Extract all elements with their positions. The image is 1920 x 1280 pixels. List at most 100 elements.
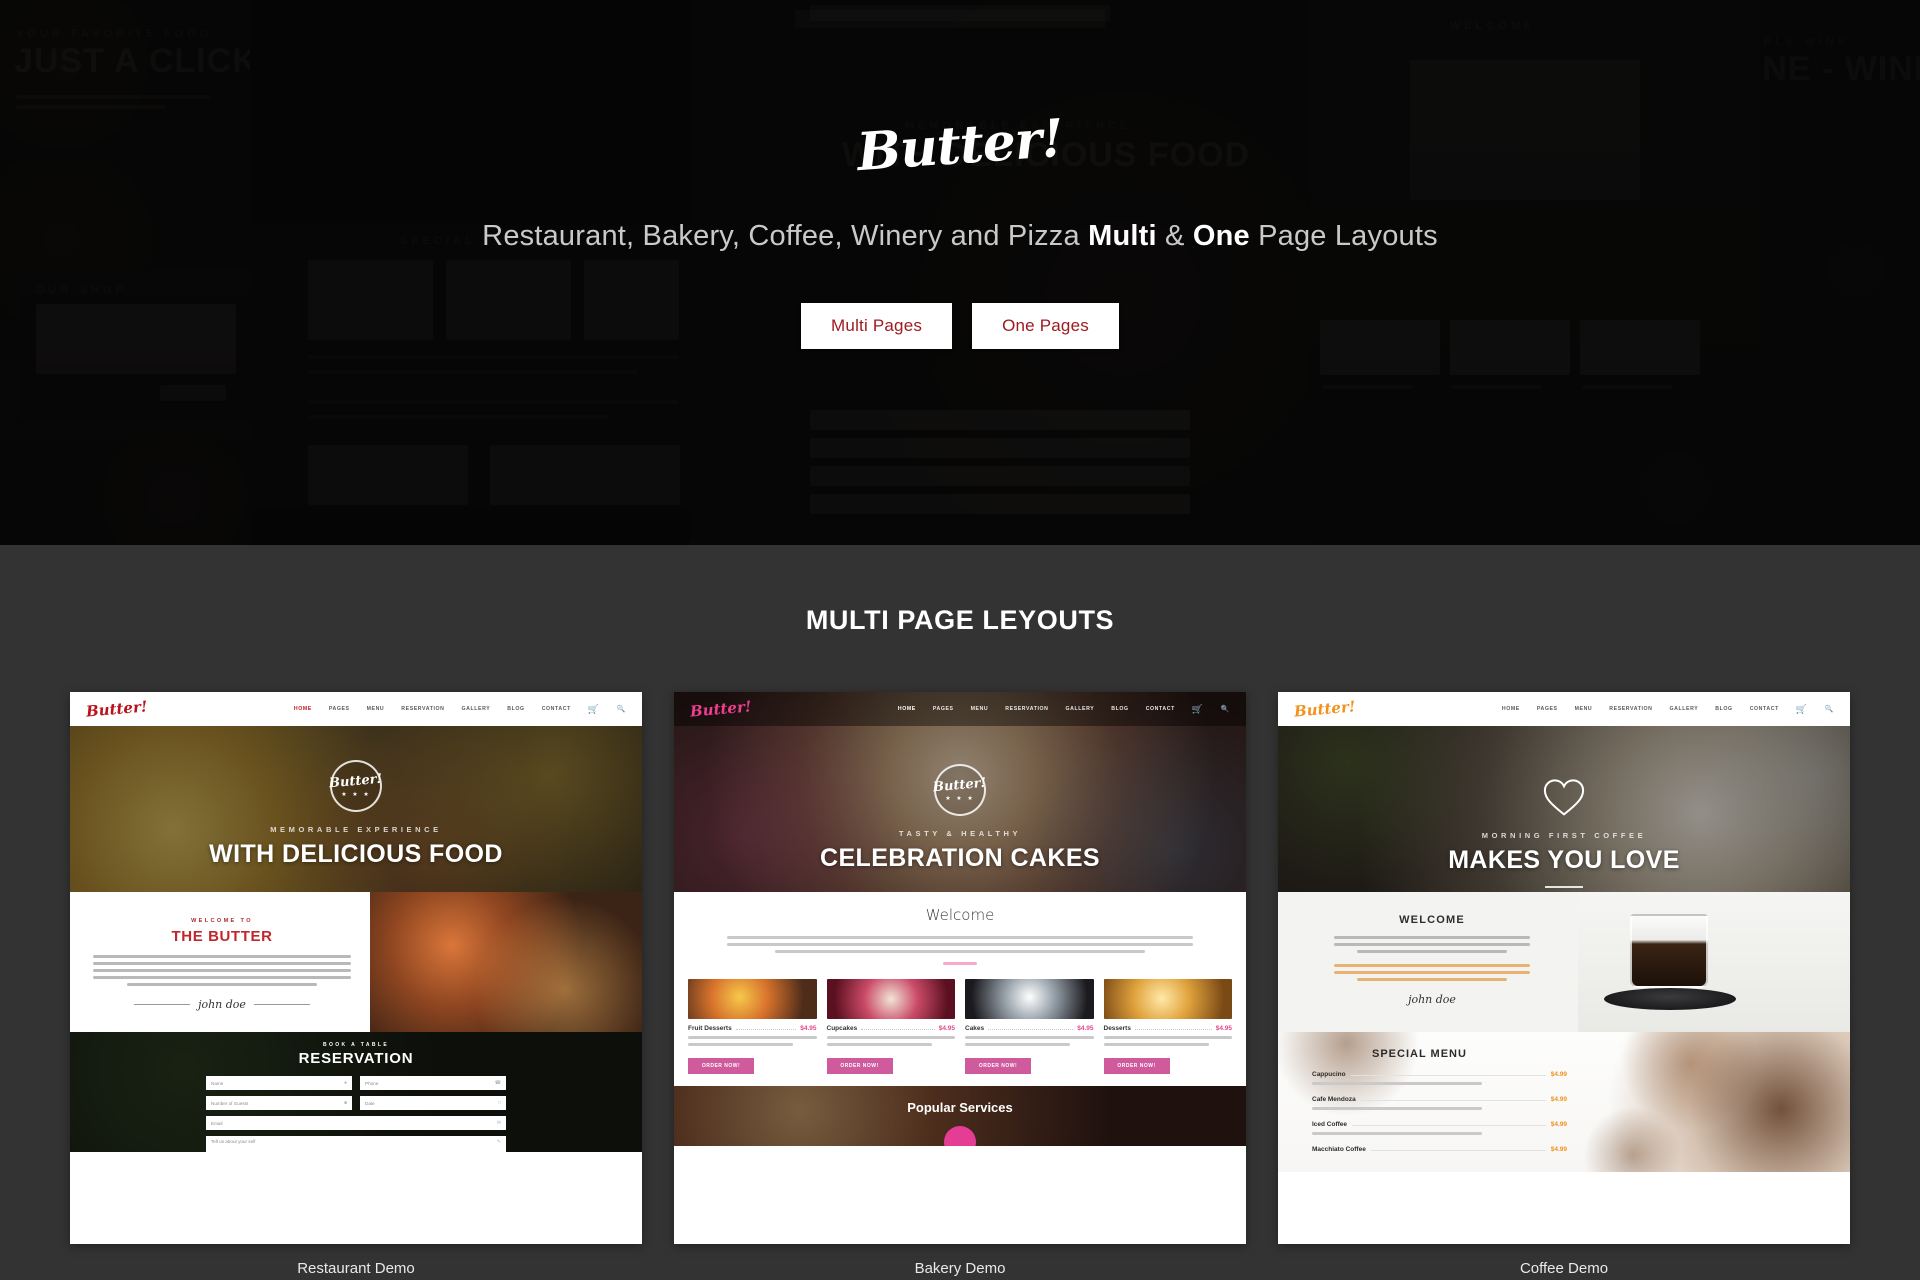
product-desc — [965, 1036, 1094, 1046]
demo2-welcome-title: Welcome — [925, 906, 995, 924]
cart-icon[interactable]: 🛒 — [1192, 704, 1204, 714]
nav-item-menu[interactable]: MENU — [971, 706, 989, 712]
tagline-bold-multi: Multi — [1088, 220, 1157, 252]
demo-card-coffee[interactable]: Butter! HOME PAGES MENU RESERVATION GALL… — [1278, 692, 1850, 1277]
demo3-navbar: Butter! HOME PAGES MENU RESERVATION GALL… — [1278, 692, 1850, 726]
nav-item-home[interactable]: HOME — [898, 706, 916, 712]
demo-preview[interactable]: Butter! HOME PAGES MENU RESERVATION GALL… — [70, 692, 642, 1244]
demo-preview[interactable]: Butter! HOME PAGES MENU RESERVATION GALL… — [674, 692, 1246, 1244]
product-price: $4.95 — [1077, 1025, 1094, 1032]
nav-item-menu[interactable]: MENU — [1575, 706, 1593, 712]
field-phone[interactable]: Phone ☎ — [360, 1076, 506, 1090]
order-now-button[interactable]: ORDER NOW! — [965, 1058, 1031, 1074]
demo1-badge: Butter! ★ ★ ★ — [329, 760, 383, 812]
nav-item-gallery[interactable]: GALLERY — [1066, 706, 1095, 712]
order-now-button[interactable]: ORDER NOW! — [688, 1058, 754, 1074]
phone-icon: ☎ — [494, 1080, 501, 1086]
demo-grid: Butter! HOME PAGES MENU RESERVATION GALL… — [0, 692, 1920, 1277]
search-icon[interactable]: 🔍 — [1825, 705, 1834, 713]
nav-item-pages[interactable]: PAGES — [933, 706, 954, 712]
field-message[interactable]: Tell us about your self ✎ — [206, 1136, 506, 1152]
menu-item-price: $4.99 — [1550, 1146, 1567, 1153]
demo2-navbar: Butter! HOME PAGES MENU RESERVATION GALL… — [674, 692, 1246, 726]
field-guests[interactable]: Number of Guests ■ — [206, 1096, 352, 1110]
demo3-menu-title: SPECIAL MENU — [1372, 1048, 1467, 1060]
cart-icon[interactable]: 🛒 — [1796, 704, 1808, 714]
demo-card-bakery[interactable]: Butter! HOME PAGES MENU RESERVATION GALL… — [674, 692, 1246, 1277]
search-icon[interactable]: 🔍 — [617, 705, 626, 713]
nav-item-contact[interactable]: CONTACT — [1750, 706, 1779, 712]
nav-item-gallery[interactable]: GALLERY — [1670, 706, 1699, 712]
demo1-reservation: BOOK A TABLE RESERVATION Name ● Phone ☎ Nu… — [70, 1032, 642, 1152]
demo1-hero-title: WITH DELICIOUS FOOD — [209, 840, 503, 868]
demo1-hero-eyebrow: MEMORABLE EXPERIENCE — [270, 825, 442, 834]
menu-item-desc — [1312, 1082, 1567, 1085]
multi-pages-button[interactable]: Multi Pages — [801, 303, 953, 349]
demo1-reservation-title: RESERVATION — [298, 1050, 414, 1067]
product-name: Cupcakes — [826, 1025, 858, 1032]
product-desc — [826, 1036, 955, 1046]
demo-preview[interactable]: Butter! HOME PAGES MENU RESERVATION GALL… — [1278, 692, 1850, 1244]
product-name: Fruit Desserts — [688, 1025, 732, 1032]
demo3-special-menu: SPECIAL MENU Cappucino $4.99 Cafe Mendoza… — [1278, 1032, 1850, 1172]
menu-item-name: Iced Coffee — [1312, 1121, 1348, 1128]
nav-item-reservation[interactable]: RESERVATION — [1005, 706, 1048, 712]
product-card[interactable]: Cakes $4.95 ORDER NOW! — [965, 979, 1094, 1074]
demo3-nav-menu: HOME PAGES MENU RESERVATION GALLERY BLOG… — [1502, 704, 1834, 714]
demo2-services: Popular Services — [674, 1086, 1246, 1146]
nav-item-blog[interactable]: BLOG — [507, 706, 524, 712]
demo2-hero-title: CELEBRATION CAKES — [820, 844, 1100, 872]
nav-item-pages[interactable]: PAGES — [329, 706, 350, 712]
product-card[interactable]: Cupcakes $4.95 ORDER NOW! — [826, 979, 955, 1074]
menu-item-price: $4.99 — [1550, 1071, 1567, 1078]
product-card[interactable]: Fruit Desserts $4.95 ORDER NOW! — [688, 979, 817, 1074]
cart-icon[interactable]: 🛒 — [588, 704, 600, 714]
nav-item-home[interactable]: HOME — [294, 706, 312, 712]
nav-item-blog[interactable]: BLOG — [1111, 706, 1128, 712]
nav-item-gallery[interactable]: GALLERY — [462, 706, 491, 712]
one-pages-button[interactable]: One Pages — [972, 303, 1119, 349]
saucer-illustration — [1604, 988, 1736, 1010]
nav-item-contact[interactable]: CONTACT — [1146, 706, 1175, 712]
product-price: $4.95 — [800, 1025, 817, 1032]
nav-item-contact[interactable]: CONTACT — [542, 706, 571, 712]
demo1-welcome-title: THE BUTTER — [171, 928, 273, 945]
users-icon: ■ — [343, 1100, 347, 1106]
search-icon[interactable]: 🔍 — [1221, 705, 1230, 713]
product-thumbnail — [826, 979, 955, 1019]
demo1-welcome-eyebrow: WELCOME TO — [191, 918, 253, 924]
nav-item-reservation[interactable]: RESERVATION — [1609, 706, 1652, 712]
nav-item-home[interactable]: HOME — [1502, 706, 1520, 712]
demo3-logo[interactable]: Butter! — [1293, 697, 1356, 720]
demo2-divider — [943, 962, 977, 965]
order-now-button[interactable]: ORDER NOW! — [826, 1058, 893, 1074]
menu-item: Cappucino $4.99 — [1312, 1071, 1567, 1085]
nav-item-pages[interactable]: PAGES — [1537, 706, 1558, 712]
product-card[interactable]: Desserts $4.95 ORDER NOW! — [1103, 979, 1232, 1074]
field-phone-label: Phone — [365, 1080, 379, 1086]
field-message-label: Tell us about your self — [211, 1139, 256, 1144]
tagline-mid: & — [1156, 220, 1193, 252]
menu-item-price: $4.99 — [1550, 1121, 1567, 1128]
menu-item-desc — [1312, 1107, 1567, 1110]
menu-item-name: Cappucino — [1312, 1071, 1346, 1078]
order-now-button[interactable]: ORDER NOW! — [1103, 1058, 1170, 1074]
product-price: $4.95 — [1215, 1025, 1232, 1032]
nav-item-blog[interactable]: BLOG — [1715, 706, 1732, 712]
field-email[interactable]: Email ✉ — [206, 1116, 506, 1130]
coffee-cup-illustration — [1630, 914, 1708, 988]
nav-item-reservation[interactable]: RESERVATION — [401, 706, 444, 712]
nav-item-menu[interactable]: MENU — [367, 706, 385, 712]
demo2-logo[interactable]: Butter! — [689, 697, 752, 720]
menu-item: Cafe Mendoza $4.99 — [1312, 1096, 1567, 1110]
menu-item-desc — [1312, 1132, 1567, 1135]
multi-page-layouts-section: MULTI PAGE LEYOUTS Butter! HOME PAGES ME… — [0, 545, 1920, 1280]
demo1-reservation-form: Name ● Phone ☎ Number of Guests ■ Date □ Ema… — [206, 1076, 506, 1152]
field-name[interactable]: Name ● — [206, 1076, 352, 1090]
field-email-label: Email — [211, 1120, 223, 1126]
demo1-welcome-body — [90, 955, 354, 986]
demo1-logo[interactable]: Butter! — [85, 697, 148, 720]
demo-card-restaurant[interactable]: Butter! HOME PAGES MENU RESERVATION GALL… — [70, 692, 642, 1277]
demo3-welcome-image — [1578, 892, 1850, 1032]
field-date[interactable]: Date □ — [360, 1096, 506, 1110]
